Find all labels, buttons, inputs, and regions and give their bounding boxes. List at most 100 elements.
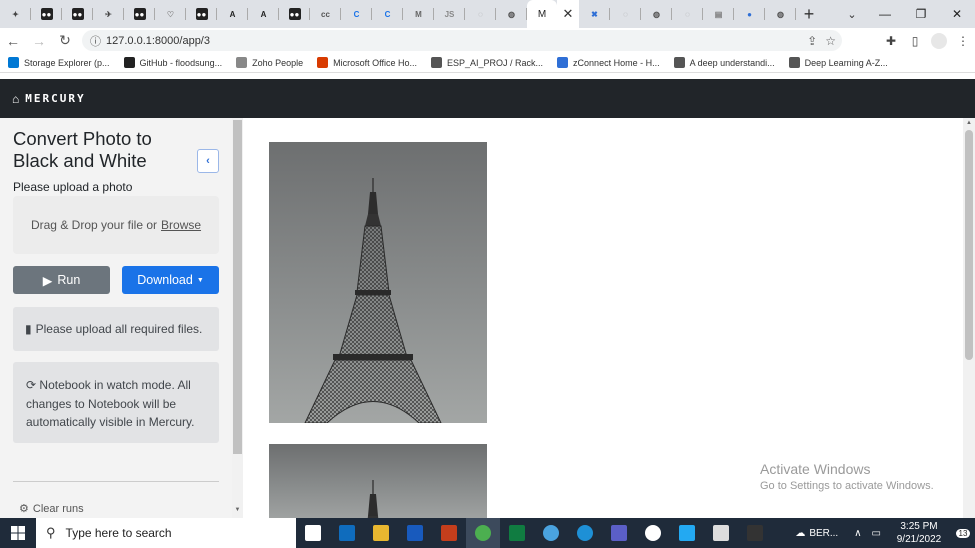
collapse-sidebar-button[interactable]: ‹ bbox=[197, 149, 219, 173]
taskbar-app[interactable] bbox=[432, 518, 466, 548]
taskbar-app[interactable] bbox=[398, 518, 432, 548]
main-scrollbar[interactable]: ▲ bbox=[963, 118, 975, 518]
sidebar-scrollbar[interactable]: ▼ bbox=[232, 118, 243, 518]
weather-label[interactable]: BER... bbox=[809, 528, 838, 539]
minimize-icon[interactable]: — bbox=[867, 0, 903, 28]
browser-tab[interactable]: JS bbox=[434, 0, 465, 28]
activate-windows-watermark: Activate Windows Go to Settings to activ… bbox=[760, 461, 934, 492]
bookmark-item[interactable]: A deep understandi... bbox=[673, 57, 775, 68]
window-controls: — ❐ ✕ bbox=[867, 0, 975, 28]
browser-tab[interactable]: ◍ bbox=[641, 0, 672, 28]
taskbar-app[interactable] bbox=[636, 518, 670, 548]
taskbar-app[interactable] bbox=[738, 518, 772, 548]
required-files-alert: ▮ Please upload all required files. bbox=[13, 307, 219, 351]
browser-tab[interactable]: C bbox=[372, 0, 403, 28]
browser-tab[interactable]: ◌ bbox=[610, 0, 641, 28]
weather-icon[interactable]: ☁ bbox=[795, 528, 805, 539]
tray-chevron-up-icon[interactable]: ∧ bbox=[854, 528, 861, 539]
extensions-icon[interactable]: ✚ bbox=[879, 28, 903, 53]
bookmark-star-icon[interactable]: ☆ bbox=[825, 34, 836, 48]
browser-tab[interactable]: ♡ bbox=[155, 0, 186, 28]
windows-start-icon[interactable] bbox=[0, 518, 36, 548]
browser-tab[interactable]: ▤ bbox=[703, 0, 734, 28]
taskbar-app[interactable] bbox=[602, 518, 636, 548]
bookmark-item[interactable]: Zoho People bbox=[236, 57, 303, 68]
loading-icon: ◌ bbox=[685, 9, 690, 19]
alert-files-text: Please upload all required files. bbox=[35, 322, 203, 336]
windows-taskbar: ⚲ Type here to search ☁ BER... ∧ ▭ 3:25 … bbox=[0, 518, 975, 548]
taskbar-app[interactable] bbox=[568, 518, 602, 548]
home-icon[interactable]: ⌂ bbox=[12, 92, 19, 106]
browser-tab[interactable]: ◍ bbox=[765, 0, 796, 28]
menu-icon[interactable]: ⋮ bbox=[951, 28, 975, 53]
browser-tab[interactable]: ◌ bbox=[672, 0, 703, 28]
address-bar[interactable]: ⓘ ⇪ ☆ bbox=[82, 30, 842, 51]
network-tray-icon[interactable]: ▭ bbox=[872, 528, 881, 539]
circle-logo-icon: ● bbox=[747, 9, 752, 19]
new-tab-icon[interactable]: + bbox=[796, 0, 822, 28]
taskbar-app[interactable] bbox=[364, 518, 398, 548]
clear-runs-link[interactable]: ⚙ Clear runs bbox=[19, 502, 84, 516]
clock-date: 9/21/2022 bbox=[896, 534, 942, 545]
site-info-icon[interactable]: ⓘ bbox=[90, 33, 106, 49]
restore-icon[interactable]: ❐ bbox=[903, 0, 939, 28]
brand-logo[interactable]: MERCURY bbox=[25, 92, 85, 105]
browser-tab[interactable]: ● bbox=[734, 0, 765, 28]
taskbar-app[interactable] bbox=[500, 518, 534, 548]
download-button[interactable]: Download ▼ bbox=[122, 266, 219, 294]
browser-tab[interactable]: A bbox=[248, 0, 279, 28]
browser-toolbar: ← → ↻ ⓘ ⇪ ☆ ✚ ▯ ⋮ bbox=[0, 28, 975, 53]
run-label: Run bbox=[57, 273, 81, 287]
bird-icon: ✈ bbox=[105, 9, 112, 19]
taskbar-search[interactable]: ⚲ Type here to search bbox=[36, 518, 296, 548]
sidebar-scroll-thumb[interactable] bbox=[233, 120, 242, 454]
browser-tab[interactable]: ●● bbox=[124, 0, 155, 28]
taskbar-app[interactable] bbox=[704, 518, 738, 548]
reload-icon[interactable]: ↻ bbox=[52, 28, 78, 53]
scroll-up-arrow-icon[interactable]: ▲ bbox=[965, 120, 973, 126]
run-button[interactable]: ▶ Run bbox=[13, 266, 110, 294]
bookmark-item[interactable]: Deep Learning A-Z... bbox=[788, 57, 888, 68]
browser-tab[interactable]: cc bbox=[310, 0, 341, 28]
profile-avatar[interactable] bbox=[931, 32, 947, 49]
browser-tab[interactable]: ✈ bbox=[93, 0, 124, 28]
url-input[interactable] bbox=[106, 34, 706, 47]
browser-tab[interactable]: ●● bbox=[186, 0, 217, 28]
bookmark-item[interactable]: GitHub - floodsung... bbox=[123, 57, 222, 68]
taskbar-app[interactable] bbox=[534, 518, 568, 548]
bookmark-item[interactable]: ESP_AI_PROJ / Rack... bbox=[431, 57, 543, 68]
clock[interactable]: 3:25 PM 9/21/2022 bbox=[887, 520, 951, 546]
tab-search-icon[interactable]: ⌄ bbox=[839, 0, 865, 28]
taskbar-app[interactable] bbox=[466, 518, 500, 548]
active-tab[interactable]: M bbox=[527, 0, 557, 28]
refresh-icon: ⟳ bbox=[26, 378, 37, 392]
browse-link[interactable]: Browse bbox=[161, 218, 201, 232]
browser-tab[interactable]: A bbox=[217, 0, 248, 28]
bookmark-item[interactable]: Storage Explorer (p... bbox=[8, 57, 110, 68]
close-tab-icon[interactable]: ✕ bbox=[557, 0, 579, 28]
browser-tab[interactable]: ●● bbox=[31, 0, 62, 28]
scroll-down-arrow-icon[interactable]: ▼ bbox=[233, 507, 242, 513]
share-icon[interactable]: ⇪ bbox=[807, 34, 817, 48]
main-scroll-thumb[interactable] bbox=[965, 130, 973, 360]
taskbar-app[interactable] bbox=[670, 518, 704, 548]
side-panel-icon[interactable]: ▯ bbox=[903, 28, 927, 53]
browser-tab[interactable]: ●● bbox=[62, 0, 93, 28]
file-dropzone[interactable]: Drag & Drop your file or Browse bbox=[13, 196, 219, 254]
browser-tab[interactable]: ✦ bbox=[0, 0, 31, 28]
alert-watch-text: Notebook in watch mode. All changes to N… bbox=[26, 378, 195, 429]
close-window-icon[interactable]: ✕ bbox=[939, 0, 975, 28]
forward-icon[interactable]: → bbox=[26, 28, 52, 53]
taskbar-app[interactable] bbox=[330, 518, 364, 548]
taskbar-app[interactable] bbox=[296, 518, 330, 548]
back-icon[interactable]: ← bbox=[0, 28, 26, 53]
browser-tab[interactable]: C bbox=[341, 0, 372, 28]
bookmark-item[interactable]: Microsoft Office Ho... bbox=[317, 57, 417, 68]
browser-tab[interactable]: ◍ bbox=[496, 0, 527, 28]
browser-tab[interactable]: ◌ bbox=[465, 0, 496, 28]
browser-tab[interactable]: M bbox=[403, 0, 434, 28]
browser-tab[interactable]: ✖ bbox=[579, 0, 610, 28]
browser-tab[interactable]: ●● bbox=[279, 0, 310, 28]
bookmark-item[interactable]: zConnect Home - H... bbox=[557, 57, 660, 68]
notifications-icon[interactable]: 13 bbox=[951, 528, 975, 538]
